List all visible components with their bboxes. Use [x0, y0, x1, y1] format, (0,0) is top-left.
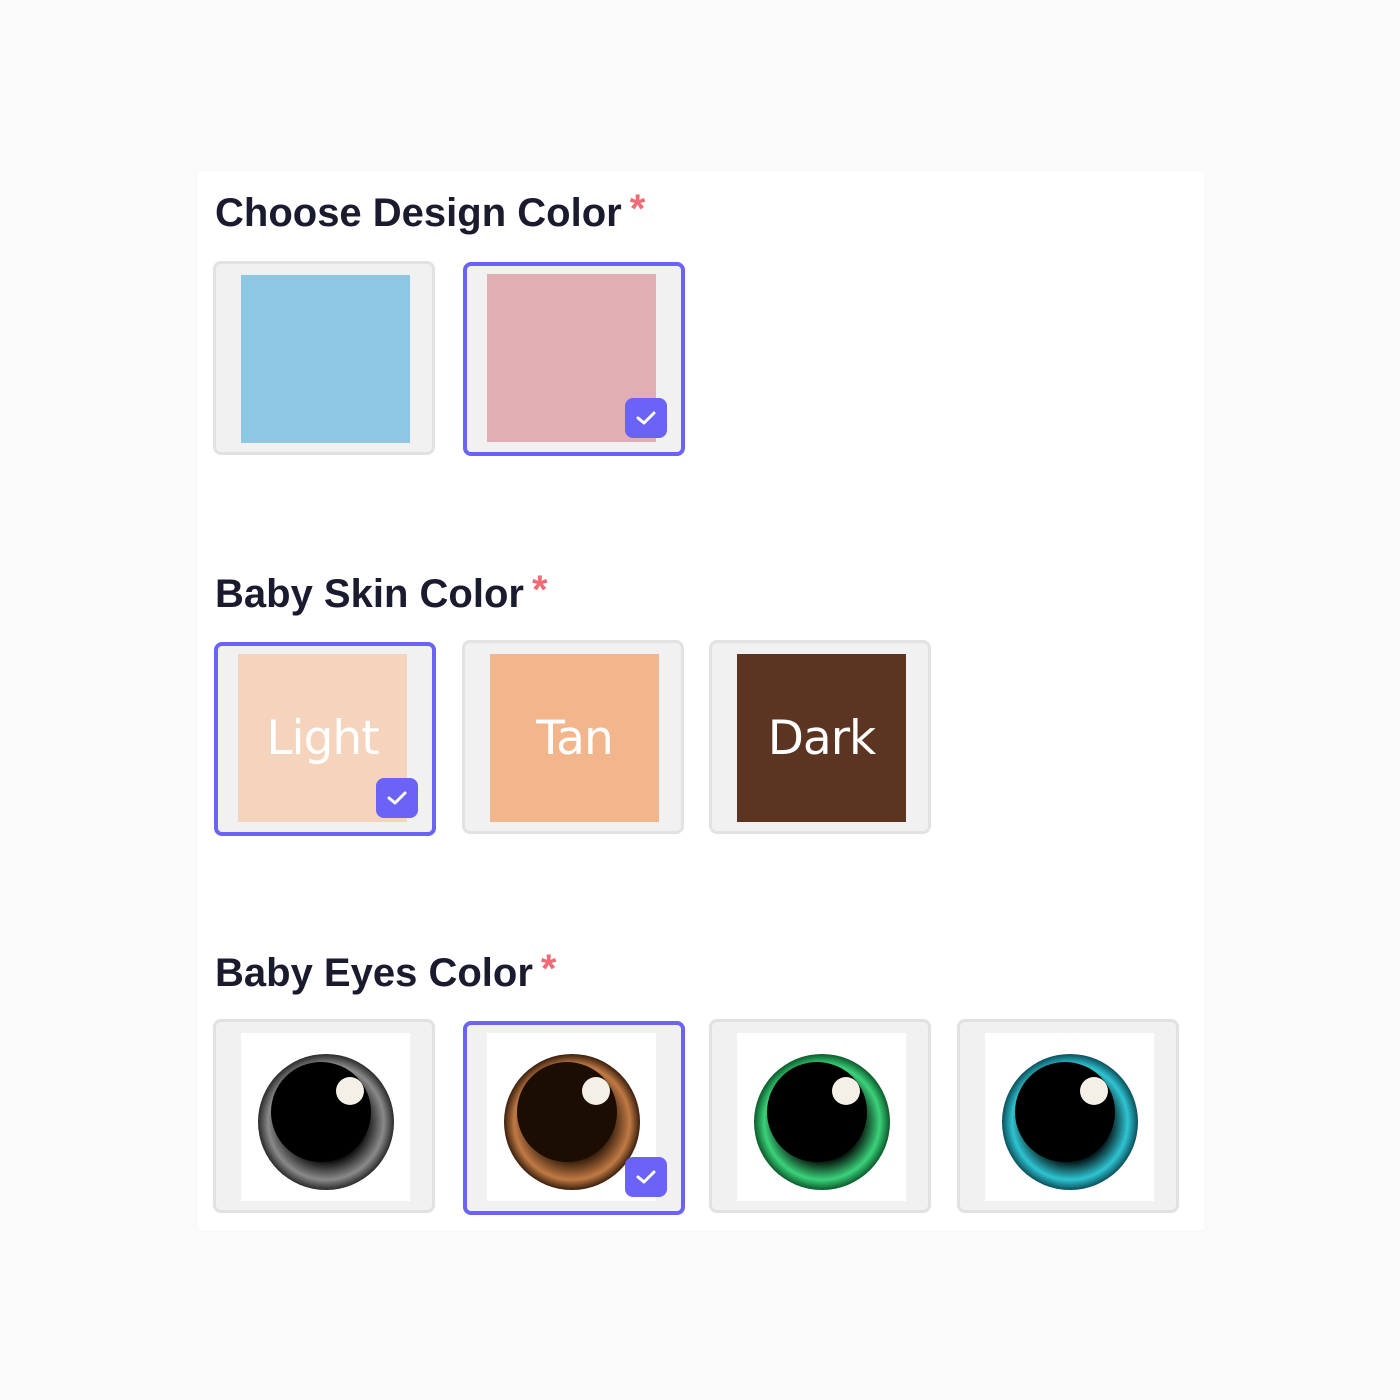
selected-check-icon: [625, 398, 667, 438]
skin-color-option-tan[interactable]: Tan: [462, 640, 684, 834]
eye-swatch-blue: [985, 1033, 1154, 1201]
design-color-title: Choose Design Color *: [215, 187, 646, 235]
green-eye-icon: [753, 1054, 890, 1190]
skin-label-light: Light: [266, 710, 379, 766]
design-color-option-blue[interactable]: [213, 261, 435, 455]
blue-eye-icon: [1001, 1054, 1138, 1190]
skin-label-dark: Dark: [767, 710, 877, 766]
required-asterisk: *: [531, 568, 548, 612]
eyes-color-option-gray[interactable]: [213, 1019, 435, 1213]
color-swatch-blue: [241, 275, 410, 443]
required-asterisk: *: [629, 187, 646, 231]
selected-check-icon: [625, 1157, 667, 1197]
skin-label-tan: Tan: [536, 710, 614, 766]
skin-color-option-light[interactable]: Light: [214, 642, 436, 836]
skin-swatch-dark: Dark: [737, 654, 906, 822]
gray-eye-icon: [257, 1054, 394, 1190]
required-asterisk: *: [540, 947, 557, 991]
selected-check-icon: [376, 778, 418, 818]
eye-swatch-green: [737, 1033, 906, 1201]
eyes-color-title: Baby Eyes Color *: [215, 947, 557, 995]
eyes-color-option-green[interactable]: [709, 1019, 931, 1213]
skin-swatch-tan: Tan: [490, 654, 659, 822]
eyes-color-option-blue[interactable]: [957, 1019, 1179, 1213]
brown-eye-icon: [503, 1054, 640, 1190]
eyes-color-option-brown[interactable]: [463, 1021, 685, 1215]
skin-color-title: Baby Skin Color *: [215, 568, 548, 616]
eye-swatch-gray: [241, 1033, 410, 1201]
skin-color-option-dark[interactable]: Dark: [709, 640, 931, 834]
design-color-option-pink[interactable]: [463, 262, 685, 456]
